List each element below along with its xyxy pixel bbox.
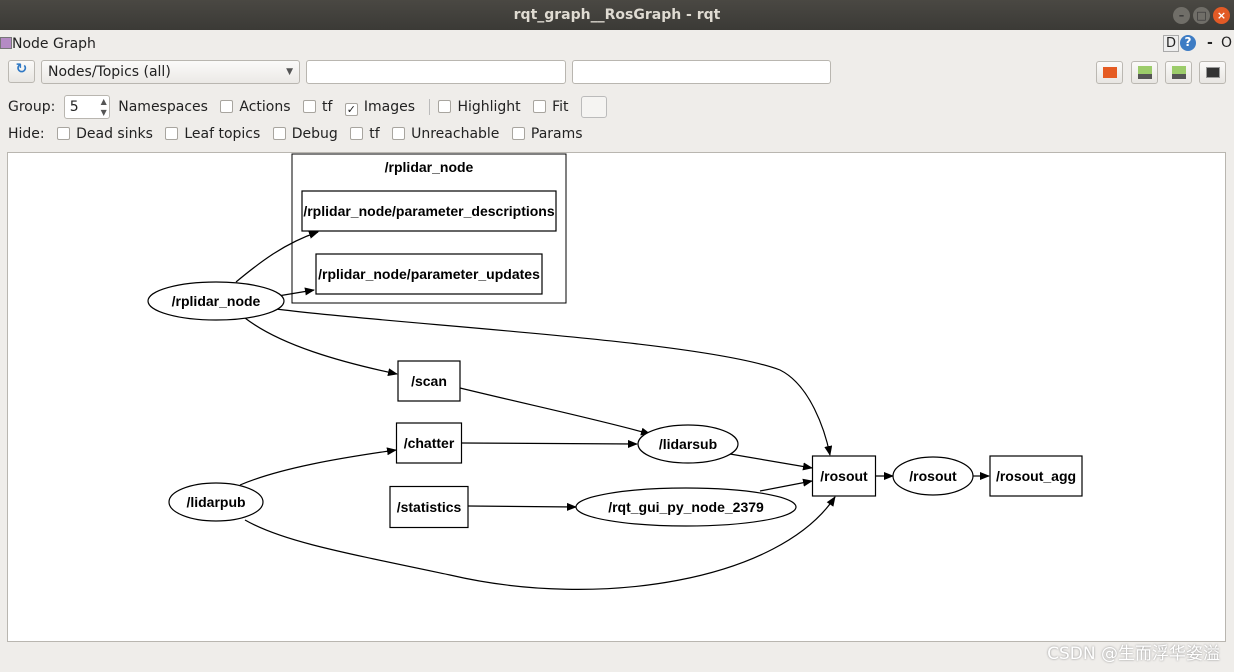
node-label: /lidarpub	[186, 494, 245, 510]
cluster-label: /rplidar_node	[385, 159, 474, 175]
watermark: CSDN @生而浮华姿溢	[1047, 644, 1220, 664]
node-label: /rosout	[909, 468, 957, 484]
topic-label: /chatter	[404, 435, 455, 451]
topic-label: /rosout	[820, 468, 868, 484]
edge-scan-to-lidarsub	[459, 387, 651, 436]
edge-rn-to-scan	[244, 317, 398, 377]
edge-chatter-to-lidarsub	[461, 439, 638, 448]
edge-rn-to-rosout_t	[275, 308, 833, 456]
edge-rn-to-pu	[277, 287, 315, 297]
node-label: /lidarsub	[659, 436, 717, 452]
topic-label: /rplidar_node/parameter_updates	[318, 266, 540, 282]
topic-label: /rplidar_node/parameter_descriptions	[303, 203, 555, 219]
node-label: /rplidar_node	[172, 293, 261, 309]
ros-graph: /rplidar_node /rplidar_node/parameter_de…	[147, 153, 1083, 590]
edge-lidarpub-to-chatter	[239, 447, 397, 486]
topic-label: /rosout_agg	[996, 468, 1076, 484]
node-label: /rqt_gui_py_node_2379	[608, 499, 764, 515]
edge-rn-to-pd	[235, 231, 319, 283]
edge-statistics-to-rqt	[467, 502, 577, 511]
topic-label: /scan	[411, 373, 447, 389]
edge-rqt-to-rosout_t	[759, 478, 813, 492]
edge-lidarsub-to-rosout_t	[729, 453, 813, 471]
topic-label: /statistics	[397, 499, 462, 515]
